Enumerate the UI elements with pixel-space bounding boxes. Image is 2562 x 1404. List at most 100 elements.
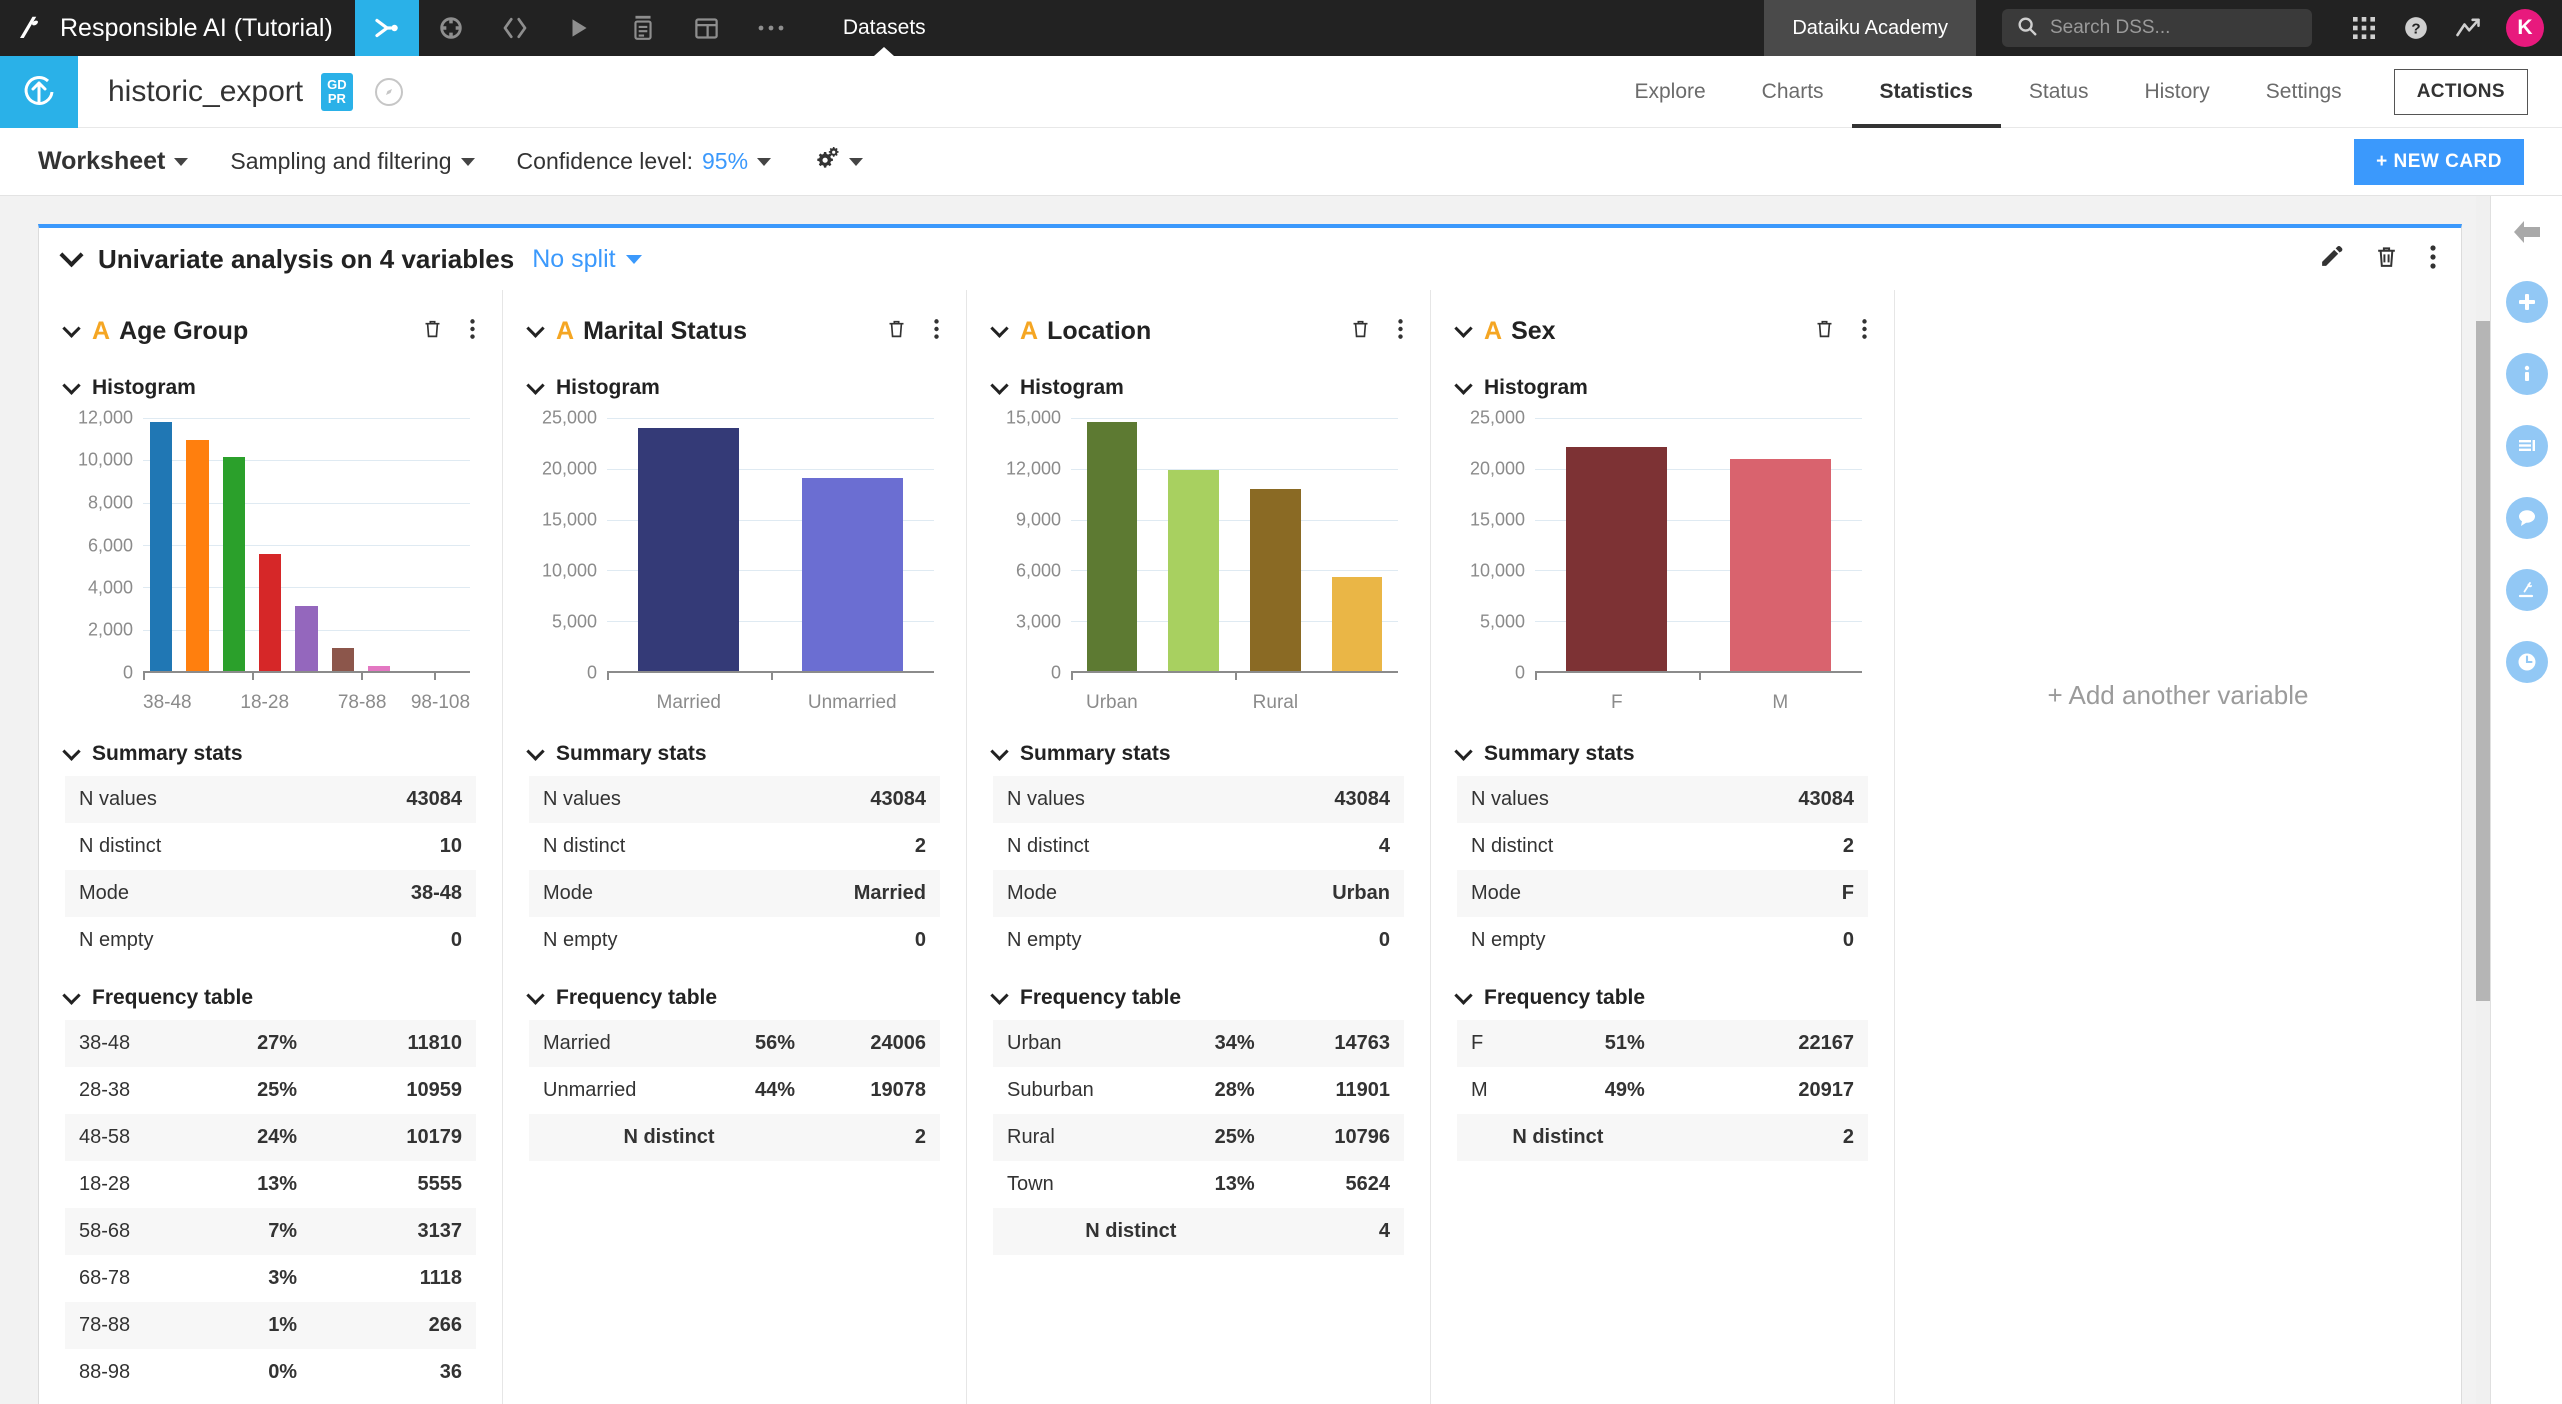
recipe-icon[interactable]	[419, 0, 483, 56]
bar[interactable]	[1086, 422, 1138, 672]
x-tick-slot	[360, 672, 397, 680]
bar[interactable]	[222, 456, 246, 672]
dataiku-academy-button[interactable]: Dataiku Academy	[1764, 0, 1976, 56]
tab-history[interactable]: History	[2116, 56, 2237, 128]
gdpr-badge-top: GD	[327, 76, 347, 92]
bar[interactable]	[258, 554, 282, 672]
bar[interactable]	[295, 605, 318, 672]
worksheet-settings-dropdown[interactable]	[813, 146, 864, 177]
worksheet-dropdown[interactable]: Worksheet	[38, 147, 189, 176]
avatar[interactable]: K	[2506, 9, 2544, 47]
datasets-nav-item[interactable]: Datasets	[817, 0, 952, 56]
search-input[interactable]: Search DSS...	[2002, 9, 2312, 47]
plot-area: 0 3,000 6,000 9,000 12,000 15,000	[1006, 408, 1398, 683]
x-axis-ticks	[1535, 672, 1862, 680]
project-name[interactable]: Responsible AI (Tutorial)	[60, 14, 355, 43]
confidence-level-dropdown[interactable]: Confidence level: 95%	[517, 148, 772, 175]
kebab-icon[interactable]	[1397, 318, 1404, 345]
collapse-chevron-icon	[1454, 985, 1473, 1005]
histogram-section-header[interactable]: Histogram	[1454, 375, 1868, 400]
bar[interactable]	[801, 478, 903, 672]
stat-value: Urban	[1332, 882, 1390, 904]
dataiku-logo-icon[interactable]	[0, 0, 60, 56]
flow-icon[interactable]	[354, 0, 419, 56]
kebab-icon[interactable]	[933, 318, 940, 345]
stat-value: F	[1841, 882, 1854, 904]
n-distinct-value: 2	[1842, 1126, 1854, 1148]
histogram-section-header[interactable]: Histogram	[990, 375, 1404, 400]
bar[interactable]	[1331, 576, 1383, 672]
code-icon[interactable]	[483, 0, 547, 56]
bar[interactable]	[1168, 470, 1219, 672]
tab-settings[interactable]: Settings	[2238, 56, 2370, 128]
vertical-scrollbar-thumb[interactable]	[2476, 321, 2490, 1001]
sampling-filtering-dropdown[interactable]: Sampling and filtering	[230, 148, 475, 175]
kebab-icon[interactable]	[469, 318, 476, 345]
collapse-chevron-icon[interactable]	[526, 318, 545, 338]
trash-icon[interactable]	[422, 318, 443, 344]
details-icon[interactable]	[2505, 425, 2548, 467]
collapse-chevron-icon[interactable]	[62, 318, 81, 338]
apps-grid-icon[interactable]	[2338, 0, 2390, 56]
notebook-icon[interactable]	[611, 0, 675, 56]
tab-explore[interactable]: Explore	[1606, 56, 1733, 128]
compass-icon[interactable]	[374, 77, 403, 106]
summary-stats-section-header[interactable]: Summary stats	[990, 741, 1404, 766]
kebab-icon[interactable]	[2429, 244, 2437, 275]
add-icon[interactable]	[2505, 281, 2548, 323]
bar[interactable]	[1729, 459, 1831, 672]
card-title: Univariate analysis on 4 variables	[98, 243, 515, 274]
trash-icon[interactable]	[1814, 318, 1835, 344]
table-row: N empty 0	[1457, 917, 1868, 964]
frequency-percent: 24%	[257, 1126, 298, 1148]
x-tick-mark	[251, 672, 254, 680]
new-card-button[interactable]: + NEW CARD	[2354, 138, 2524, 185]
trash-icon[interactable]	[1350, 318, 1371, 344]
trend-icon[interactable]	[2442, 0, 2494, 56]
table-row: Rural 25% 10796	[993, 1114, 1404, 1161]
more-icon[interactable]	[739, 0, 803, 56]
collapse-chevron-icon[interactable]	[990, 318, 1009, 338]
frequency-count: 20917	[1798, 1079, 1854, 1101]
split-dropdown[interactable]: No split	[532, 245, 642, 274]
actions-button[interactable]: ACTIONS	[2393, 68, 2528, 115]
collapse-chevron-icon[interactable]	[1454, 318, 1473, 338]
summary-stats-section-header[interactable]: Summary stats	[1454, 741, 1868, 766]
tab-status[interactable]: Status	[2001, 56, 2117, 128]
frequency-table-section-header[interactable]: Frequency table	[1454, 985, 1868, 1010]
y-axis-tick-label: 9,000	[1015, 509, 1061, 530]
pencil-icon[interactable]	[2319, 244, 2344, 274]
trash-icon[interactable]	[2374, 244, 2399, 274]
summary-stats-section-header[interactable]: Summary stats	[526, 741, 940, 766]
bar[interactable]	[331, 648, 355, 672]
add-variable-slot[interactable]: + Add another variable	[1895, 290, 2461, 1404]
bar[interactable]	[186, 440, 209, 672]
lab-icon[interactable]	[2505, 569, 2548, 611]
frequency-count: 19078	[870, 1079, 926, 1101]
tab-charts[interactable]: Charts	[1734, 56, 1852, 128]
summary-stats-section-header[interactable]: Summary stats	[62, 741, 476, 766]
bar[interactable]	[1566, 446, 1668, 672]
frequency-table-section-header[interactable]: Frequency table	[62, 985, 476, 1010]
histogram-section-header[interactable]: Histogram	[526, 375, 940, 400]
dashboard-icon[interactable]	[675, 0, 739, 56]
history-icon[interactable]	[2505, 641, 2548, 683]
info-icon[interactable]	[2505, 353, 2548, 395]
histogram-section-header[interactable]: Histogram	[62, 375, 476, 400]
collapse-chevron-icon	[990, 741, 1009, 761]
collapse-left-icon[interactable]	[2511, 218, 2543, 251]
discussion-icon[interactable]	[2505, 497, 2548, 539]
frequency-table-section-header[interactable]: Frequency table	[526, 985, 940, 1010]
plot-area: 0 5,000 10,000 15,000 20,000 25,000	[542, 408, 934, 683]
help-icon[interactable]: ?	[2390, 0, 2442, 56]
collapse-chevron-icon	[62, 375, 81, 395]
collapse-chevron-icon[interactable]	[59, 242, 84, 267]
bar[interactable]	[638, 428, 740, 672]
bar[interactable]	[1250, 489, 1301, 672]
trash-icon[interactable]	[886, 318, 907, 344]
run-icon[interactable]	[547, 0, 611, 56]
kebab-icon[interactable]	[1861, 318, 1868, 345]
bar[interactable]	[149, 422, 173, 672]
frequency-table-section-header[interactable]: Frequency table	[990, 985, 1404, 1010]
tab-statistics[interactable]: Statistics	[1852, 56, 2001, 128]
